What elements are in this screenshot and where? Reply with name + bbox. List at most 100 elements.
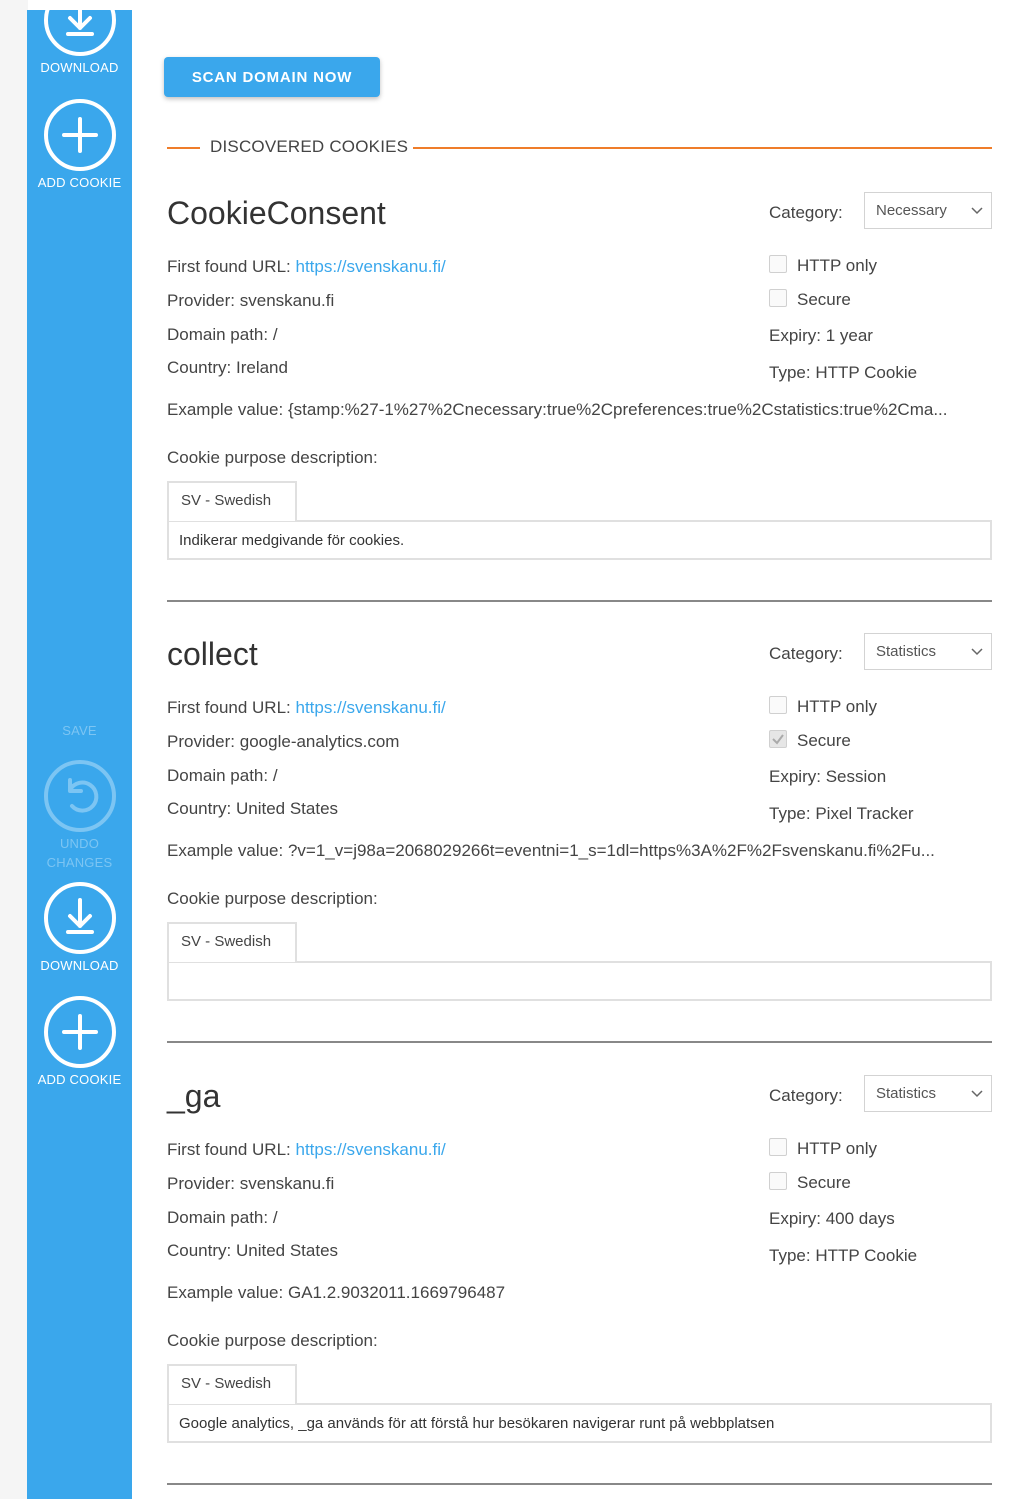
type-label: Type: [769,363,811,382]
type-value: HTTP Cookie [815,363,918,382]
expiry-value: 400 days [825,1209,895,1228]
http-only-checkbox-row[interactable]: HTTP only [769,1138,877,1159]
first-found-row: First found URL: https://svenskanu.fi/ [167,698,446,718]
domain-path-row: Domain path: / [167,325,278,345]
cookie-divider [167,1483,992,1485]
provider-value: google-analytics.com [239,732,400,751]
secure-checkbox[interactable] [769,289,787,307]
secure-label: Secure [797,290,851,309]
http-only-checkbox[interactable] [769,1138,787,1156]
domain-path-value: / [272,766,278,785]
section-header: DISCOVERED COOKIES [167,136,992,158]
cookie-card: _ga Category: Statistics First found URL… [167,1075,992,1498]
secure-checkbox-row[interactable]: Secure [769,730,851,751]
domain-path-value: / [272,325,278,344]
country-value: Ireland [235,358,288,377]
scan-domain-button[interactable]: SCAN DOMAIN NOW [164,57,380,97]
download-button-2[interactable]: DOWNLOAD [27,882,132,975]
type-value: HTTP Cookie [815,1246,918,1265]
provider-label: Provider: [167,1174,236,1193]
example-value-row: Example value: ?v=1_v=j98a=2068029266t=e… [167,841,992,861]
page-edge [0,0,28,1499]
http-only-label: HTTP only [797,256,877,275]
add-cookie-label: ADD COOKIE [37,175,122,190]
expiry-value: 1 year [825,326,873,345]
undo-changes-button[interactable]: UNDO CHANGES [27,760,132,872]
secure-label: Secure [797,731,851,750]
example-value-row: Example value: {stamp:%27-1%27%2Cnecessa… [167,400,992,420]
category-value: Necessary [876,202,947,219]
chevron-down-icon [970,1086,984,1100]
save-button[interactable]: SAVE [27,719,132,740]
add-cookie-button[interactable]: ADD COOKIE [27,99,132,192]
country-row: Country: Ireland [167,358,288,378]
description-field[interactable] [167,961,992,1001]
expiry-label: Expiry: [769,767,821,786]
type-row: Type: HTTP Cookie [769,1246,917,1266]
http-only-label: HTTP only [797,697,877,716]
expiry-row: Expiry: Session [769,767,886,787]
http-only-checkbox[interactable] [769,255,787,273]
divider [413,147,992,149]
secure-checkbox-row[interactable]: Secure [769,1172,851,1193]
cookie-divider [167,600,992,602]
first-found-link[interactable]: https://svenskanu.fi/ [296,1140,446,1159]
first-found-link[interactable]: https://svenskanu.fi/ [296,257,446,276]
secure-label: Secure [797,1173,851,1192]
provider-value: svenskanu.fi [239,1174,335,1193]
http-only-checkbox[interactable] [769,696,787,714]
secure-checkbox[interactable] [769,730,787,748]
cookie-card: collect Category: Statistics First found… [167,633,992,1056]
domain-path-label: Domain path: [167,325,269,344]
secure-checkbox-row[interactable]: Secure [769,289,851,310]
purpose-label: Cookie purpose description: [167,889,378,908]
domain-path-label: Domain path: [167,1208,269,1227]
purpose-label: Cookie purpose description: [167,448,378,467]
category-select[interactable]: Necessary [864,192,992,229]
cookie-name: CookieConsent [167,195,386,231]
example-value-row: Example value: GA1.2.9032011.1669796487 [167,1283,992,1303]
example-label: Example value: [167,841,284,860]
language-tab[interactable]: SV - Swedish [167,1364,297,1404]
category-value: Statistics [876,1085,937,1102]
add-cookie-button-2[interactable]: ADD COOKIE [27,996,132,1089]
secure-checkbox[interactable] [769,1172,787,1190]
expiry-label: Expiry: [769,1209,821,1228]
example-label: Example value: [167,400,284,419]
http-only-checkbox-row[interactable]: HTTP only [769,255,877,276]
country-value: United States [235,799,339,818]
download-label: DOWNLOAD [40,60,119,75]
download-icon [43,0,116,56]
expiry-row: Expiry: 400 days [769,1209,895,1229]
http-only-checkbox-row[interactable]: HTTP only [769,696,877,717]
category-select[interactable]: Statistics [864,633,992,670]
country-label: Country: [167,1241,232,1260]
description-field[interactable]: Indikerar medgivande för cookies. [167,520,992,560]
first-found-link[interactable]: https://svenskanu.fi/ [296,698,446,717]
first-found-row: First found URL: https://svenskanu.fi/ [167,257,446,277]
domain-path-row: Domain path: / [167,766,278,786]
chevron-down-icon [970,644,984,658]
language-tab[interactable]: SV - Swedish [167,922,297,962]
provider-label: Provider: [167,291,236,310]
first-found-label: First found URL: [167,257,291,276]
save-label: SAVE [62,723,97,738]
example-value: GA1.2.9032011.1669796487 [287,1283,506,1302]
http-only-label: HTTP only [797,1139,877,1158]
category-label: Category: [769,1086,843,1105]
category-label: Category: [769,203,843,222]
country-value: United States [235,1241,339,1260]
provider-value: svenskanu.fi [239,291,335,310]
language-tab[interactable]: SV - Swedish [167,481,297,521]
description-field[interactable]: Google analytics, _ga används för att fö… [167,1403,992,1443]
download-button[interactable]: DOWNLOAD [27,0,132,77]
first-found-label: First found URL: [167,698,291,717]
expiry-row: Expiry: 1 year [769,326,873,346]
category-select[interactable]: Statistics [864,1075,992,1112]
category-label: Category: [769,644,843,663]
plus-icon [43,996,116,1068]
provider-label: Provider: [167,732,236,751]
provider-row: Provider: svenskanu.fi [167,291,334,311]
download-icon [43,882,116,954]
cookie-divider [167,1041,992,1043]
